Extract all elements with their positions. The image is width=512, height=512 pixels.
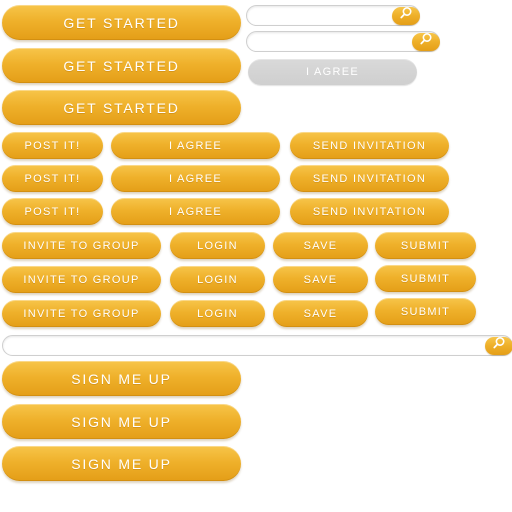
- sign-me-up-button[interactable]: SIGN ME UP: [2, 361, 241, 396]
- i-agree-button[interactable]: I AGREE: [111, 165, 280, 192]
- submit-button[interactable]: SUBMIT: [375, 232, 476, 259]
- search-input[interactable]: [255, 6, 387, 25]
- search-button[interactable]: [412, 32, 440, 51]
- search-field[interactable]: [246, 31, 440, 52]
- save-button[interactable]: SAVE: [273, 232, 368, 259]
- send-invitation-button[interactable]: SEND INVITATION: [290, 132, 449, 159]
- invite-to-group-button[interactable]: INVITE TO GROUP: [2, 266, 161, 293]
- search-icon: [399, 6, 413, 25]
- save-button[interactable]: SAVE: [273, 300, 368, 327]
- send-invitation-button[interactable]: SEND INVITATION: [290, 165, 449, 192]
- i-agree-button[interactable]: I AGREE: [111, 198, 280, 225]
- post-it-button[interactable]: POST IT!: [2, 165, 103, 192]
- search-icon: [492, 336, 506, 355]
- search-input[interactable]: [255, 32, 407, 51]
- search-button[interactable]: [392, 6, 420, 25]
- search-field[interactable]: [246, 5, 420, 26]
- submit-button[interactable]: SUBMIT: [375, 265, 476, 292]
- sign-me-up-button[interactable]: SIGN ME UP: [2, 446, 241, 481]
- invite-to-group-button[interactable]: INVITE TO GROUP: [2, 232, 161, 259]
- login-button[interactable]: LOGIN: [170, 266, 265, 293]
- i-agree-button-disabled[interactable]: I AGREE: [248, 59, 417, 85]
- save-button[interactable]: SAVE: [273, 266, 368, 293]
- get-started-button[interactable]: GET STARTED: [2, 5, 241, 40]
- sign-me-up-button[interactable]: SIGN ME UP: [2, 404, 241, 439]
- login-button[interactable]: LOGIN: [170, 300, 265, 327]
- search-button[interactable]: [485, 336, 512, 355]
- get-started-button[interactable]: GET STARTED: [2, 48, 241, 83]
- submit-button[interactable]: SUBMIT: [375, 298, 476, 325]
- post-it-button[interactable]: POST IT!: [2, 198, 103, 225]
- search-input[interactable]: [11, 336, 480, 355]
- get-started-button[interactable]: GET STARTED: [2, 90, 241, 125]
- i-agree-button[interactable]: I AGREE: [111, 132, 280, 159]
- send-invitation-button[interactable]: SEND INVITATION: [290, 198, 449, 225]
- invite-to-group-button[interactable]: INVITE TO GROUP: [2, 300, 161, 327]
- post-it-button[interactable]: POST IT!: [2, 132, 103, 159]
- search-field-wide[interactable]: [2, 335, 512, 356]
- login-button[interactable]: LOGIN: [170, 232, 265, 259]
- search-icon: [419, 32, 433, 51]
